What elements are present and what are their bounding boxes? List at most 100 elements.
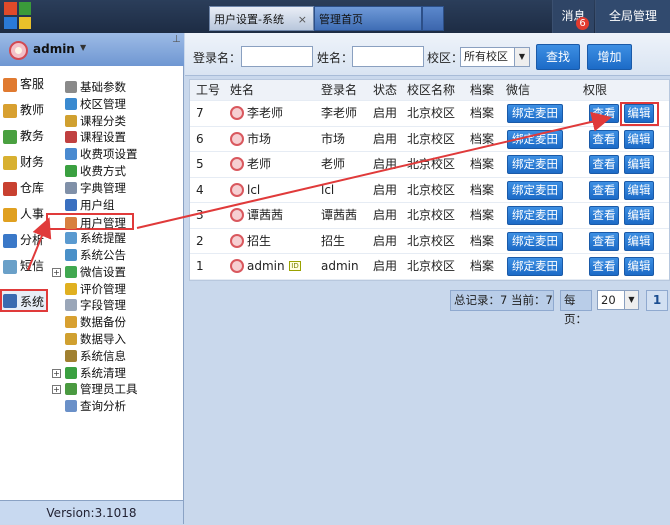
module-icon	[3, 208, 17, 222]
module-icon	[3, 182, 17, 196]
login-name: lcl	[321, 182, 335, 197]
module-item[interactable]: 短信	[0, 255, 48, 278]
name-input[interactable]	[352, 46, 424, 67]
tree-item-label: 数据备份	[80, 315, 126, 330]
tree-item[interactable]: 数据导入	[48, 331, 184, 348]
archive-link[interactable]: 档案	[470, 254, 494, 280]
tree-item[interactable]: 收费方式	[48, 163, 184, 180]
tree-item[interactable]: 基础参数	[48, 79, 184, 96]
tree-item[interactable]: 系统公告	[48, 247, 184, 264]
edit-button[interactable]: 编辑	[624, 206, 654, 225]
tree-item-icon	[65, 164, 77, 177]
campus-select[interactable]: 所有校区 ▼	[460, 47, 530, 67]
tab-admin-home[interactable]: 管理首页	[314, 6, 422, 31]
tree-item-label: 系统公告	[80, 247, 126, 262]
page-size-label: 每页：	[560, 290, 592, 326]
tree-item[interactable]: 数据备份	[48, 314, 184, 331]
bind-maitian-button[interactable]: 绑定麦田	[507, 231, 563, 251]
page-number[interactable]: 1	[646, 290, 668, 311]
view-button[interactable]: 查看	[589, 231, 619, 251]
user-icon	[230, 182, 244, 197]
add-button[interactable]: 增加	[587, 44, 632, 70]
bind-maitian-button[interactable]: 绑定麦田	[507, 206, 563, 225]
tree-item[interactable]: 用户组	[48, 197, 184, 214]
bind-maitian-button[interactable]: 绑定麦田	[507, 155, 563, 174]
user-name: 市场	[247, 131, 272, 146]
bind-maitian-button[interactable]: 绑定麦田	[507, 180, 563, 200]
user-table: 工号 姓名 登录名 状态 校区名称 档案 微信 权限 7 李老师 李老师 启用 北京校区…	[189, 79, 670, 281]
view-button[interactable]: 查看	[589, 155, 619, 174]
archive-link[interactable]: 档案	[470, 203, 494, 229]
module-item[interactable]: 分析	[0, 229, 48, 252]
archive-link[interactable]: 档案	[470, 152, 494, 178]
module-item[interactable]: 教师	[0, 99, 48, 122]
expand-icon[interactable]: +	[52, 385, 61, 395]
tree-item[interactable]: 字典管理	[48, 180, 184, 197]
user-bar[interactable]: admin ▼ ⊥	[0, 33, 184, 66]
module-label: 财务	[20, 155, 45, 169]
module-item[interactable]: 系统	[0, 289, 48, 312]
tree-item-label: 收费项设置	[80, 147, 138, 162]
user-icon	[230, 157, 244, 171]
edit-button[interactable]: 编辑	[624, 257, 654, 276]
chevron-down-icon[interactable]: ▼	[624, 291, 638, 309]
edit-button[interactable]: 编辑	[624, 155, 654, 174]
module-item[interactable]: 教务	[0, 125, 48, 148]
module-item[interactable]: 仓库	[0, 177, 48, 200]
tab-close-icon[interactable]: ×	[298, 7, 307, 32]
tree-item[interactable]: 收费项设置	[48, 146, 184, 163]
expand-icon[interactable]: +	[52, 368, 61, 378]
messages-button[interactable]: 消息	[552, 0, 594, 33]
tree-item[interactable]: 课程设置	[48, 129, 184, 146]
tree-item[interactable]: + 微信设置	[48, 264, 184, 281]
module-item[interactable]: 人事	[0, 203, 48, 226]
tree-item[interactable]: 校区管理	[48, 96, 184, 113]
module-item[interactable]: 客服	[0, 73, 48, 96]
pin-icon[interactable]: ⊥	[172, 34, 181, 45]
edit-button[interactable]: 编辑	[624, 129, 654, 149]
module-label: 系统	[20, 295, 45, 309]
view-button[interactable]: 查看	[589, 257, 619, 276]
view-button[interactable]: 查看	[589, 104, 619, 123]
tree-item[interactable]: 课程分类	[48, 113, 184, 130]
archive-link[interactable]: 档案	[470, 127, 494, 153]
tree-item[interactable]: 查询分析	[48, 398, 184, 415]
tree-item-label: 校区管理	[80, 96, 126, 111]
tree-item-icon	[65, 282, 77, 295]
module-icon	[3, 234, 17, 248]
tree-item-icon	[65, 316, 77, 329]
archive-link[interactable]: 档案	[470, 178, 494, 204]
tree-item[interactable]: + 管理员工具	[48, 381, 184, 398]
bind-maitian-button[interactable]: 绑定麦田	[507, 104, 563, 123]
global-admin-button[interactable]: 全局管理	[595, 0, 670, 33]
module-label: 分析	[20, 233, 45, 247]
tree-item[interactable]: 系统提醒	[48, 230, 184, 247]
tree-item[interactable]: 评价管理	[48, 281, 184, 298]
pager-summary: 总记录：7 当前：7	[450, 290, 554, 311]
tree-item[interactable]: 用户管理	[46, 213, 134, 230]
module-item[interactable]: 财务	[0, 151, 48, 174]
tab-user-settings[interactable]: 用户设置-系统 ×	[209, 6, 314, 31]
chevron-down-icon[interactable]: ▼	[514, 48, 529, 66]
archive-link[interactable]: 档案	[470, 101, 494, 127]
archive-link[interactable]: 档案	[470, 229, 494, 255]
tree-item[interactable]: + 系统清理	[48, 365, 184, 382]
table-header-row: 工号 姓名 登录名 状态 校区名称 档案 微信 权限	[190, 80, 669, 101]
tab-scroll-area[interactable]	[422, 6, 444, 31]
search-button[interactable]: 查找	[536, 44, 580, 70]
expand-icon[interactable]: +	[52, 267, 61, 277]
view-button[interactable]: 查看	[589, 129, 619, 149]
module-nav: 客服教师教务财务仓库人事分析短信系统	[0, 73, 48, 315]
login-name-input[interactable]	[241, 46, 313, 67]
header-cell: 状态	[373, 83, 398, 97]
caret-down-icon[interactable]: ▼	[80, 43, 86, 52]
edit-button[interactable]: 编辑	[624, 231, 654, 251]
bind-maitian-button[interactable]: 绑定麦田	[507, 129, 563, 149]
bind-maitian-button[interactable]: 绑定麦田	[507, 257, 563, 276]
edit-button[interactable]: 编辑	[624, 180, 654, 200]
view-button[interactable]: 查看	[589, 206, 619, 225]
view-button[interactable]: 查看	[589, 180, 619, 200]
tree-item[interactable]: 系统信息	[48, 348, 184, 365]
page-size-select[interactable]: 20 ▼	[597, 290, 639, 310]
tree-item[interactable]: 字段管理	[48, 297, 184, 314]
